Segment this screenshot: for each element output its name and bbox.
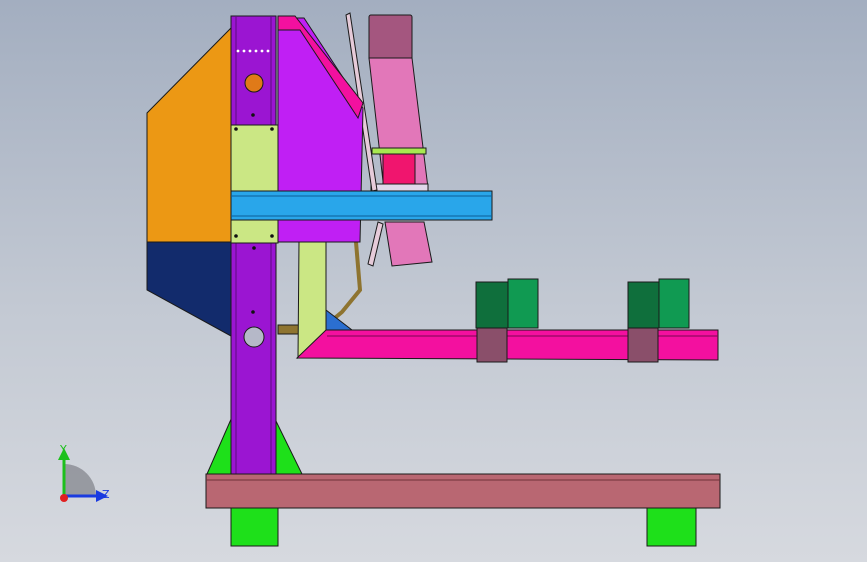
cylinder-bracket[interactable] (370, 183, 429, 192)
left-foot[interactable] (230, 507, 279, 547)
fastener-dot (270, 234, 274, 238)
olive-support-rod (328, 241, 363, 324)
right-gusset[interactable] (273, 416, 303, 475)
green-block-1[interactable] (507, 278, 539, 329)
fastener-dot (234, 127, 238, 131)
navy-side-panel[interactable] (146, 241, 232, 337)
base-beam[interactable] (205, 473, 721, 509)
slot-dot (266, 49, 270, 53)
coordinate-triad: Y Z (58, 443, 110, 502)
dark-green-block-2[interactable] (627, 281, 661, 329)
cad-model-view[interactable] (0, 0, 867, 562)
lime-upper-plate[interactable] (230, 124, 279, 244)
olive-link[interactable] (277, 324, 301, 335)
orange-side-panel[interactable] (146, 26, 232, 243)
slot-dot (242, 49, 246, 53)
x-axis-dot (60, 494, 68, 502)
cylinder-clamp-band[interactable] (371, 147, 427, 155)
slot-dot (254, 49, 258, 53)
block-band-2[interactable] (627, 327, 659, 363)
cylinder-red-block[interactable] (382, 153, 416, 185)
slot-dot (248, 49, 252, 53)
block-band-1[interactable] (476, 327, 508, 363)
z-axis-label: Z (102, 488, 110, 501)
fastener-dot (270, 127, 274, 131)
column-hole (243, 326, 265, 348)
cylinder-lower[interactable] (384, 221, 433, 267)
fastener-dot (251, 113, 255, 117)
y-axis-label: Y (59, 443, 67, 456)
triad-quadrant (64, 464, 96, 496)
cad-viewport[interactable]: Y Z (0, 0, 867, 562)
fastener-dot (251, 310, 255, 314)
fastener-dot (252, 246, 256, 250)
slot-dot (260, 49, 264, 53)
cylinder-rod-lower[interactable] (367, 221, 384, 267)
cylinder-cap[interactable] (368, 14, 413, 61)
orange-knob[interactable] (244, 73, 264, 93)
left-gusset[interactable] (206, 416, 233, 475)
dark-green-block-1[interactable] (475, 281, 509, 329)
slot-dot (236, 49, 240, 53)
green-block-2[interactable] (658, 278, 690, 329)
fastener-dot (234, 234, 238, 238)
right-foot[interactable] (646, 507, 697, 547)
